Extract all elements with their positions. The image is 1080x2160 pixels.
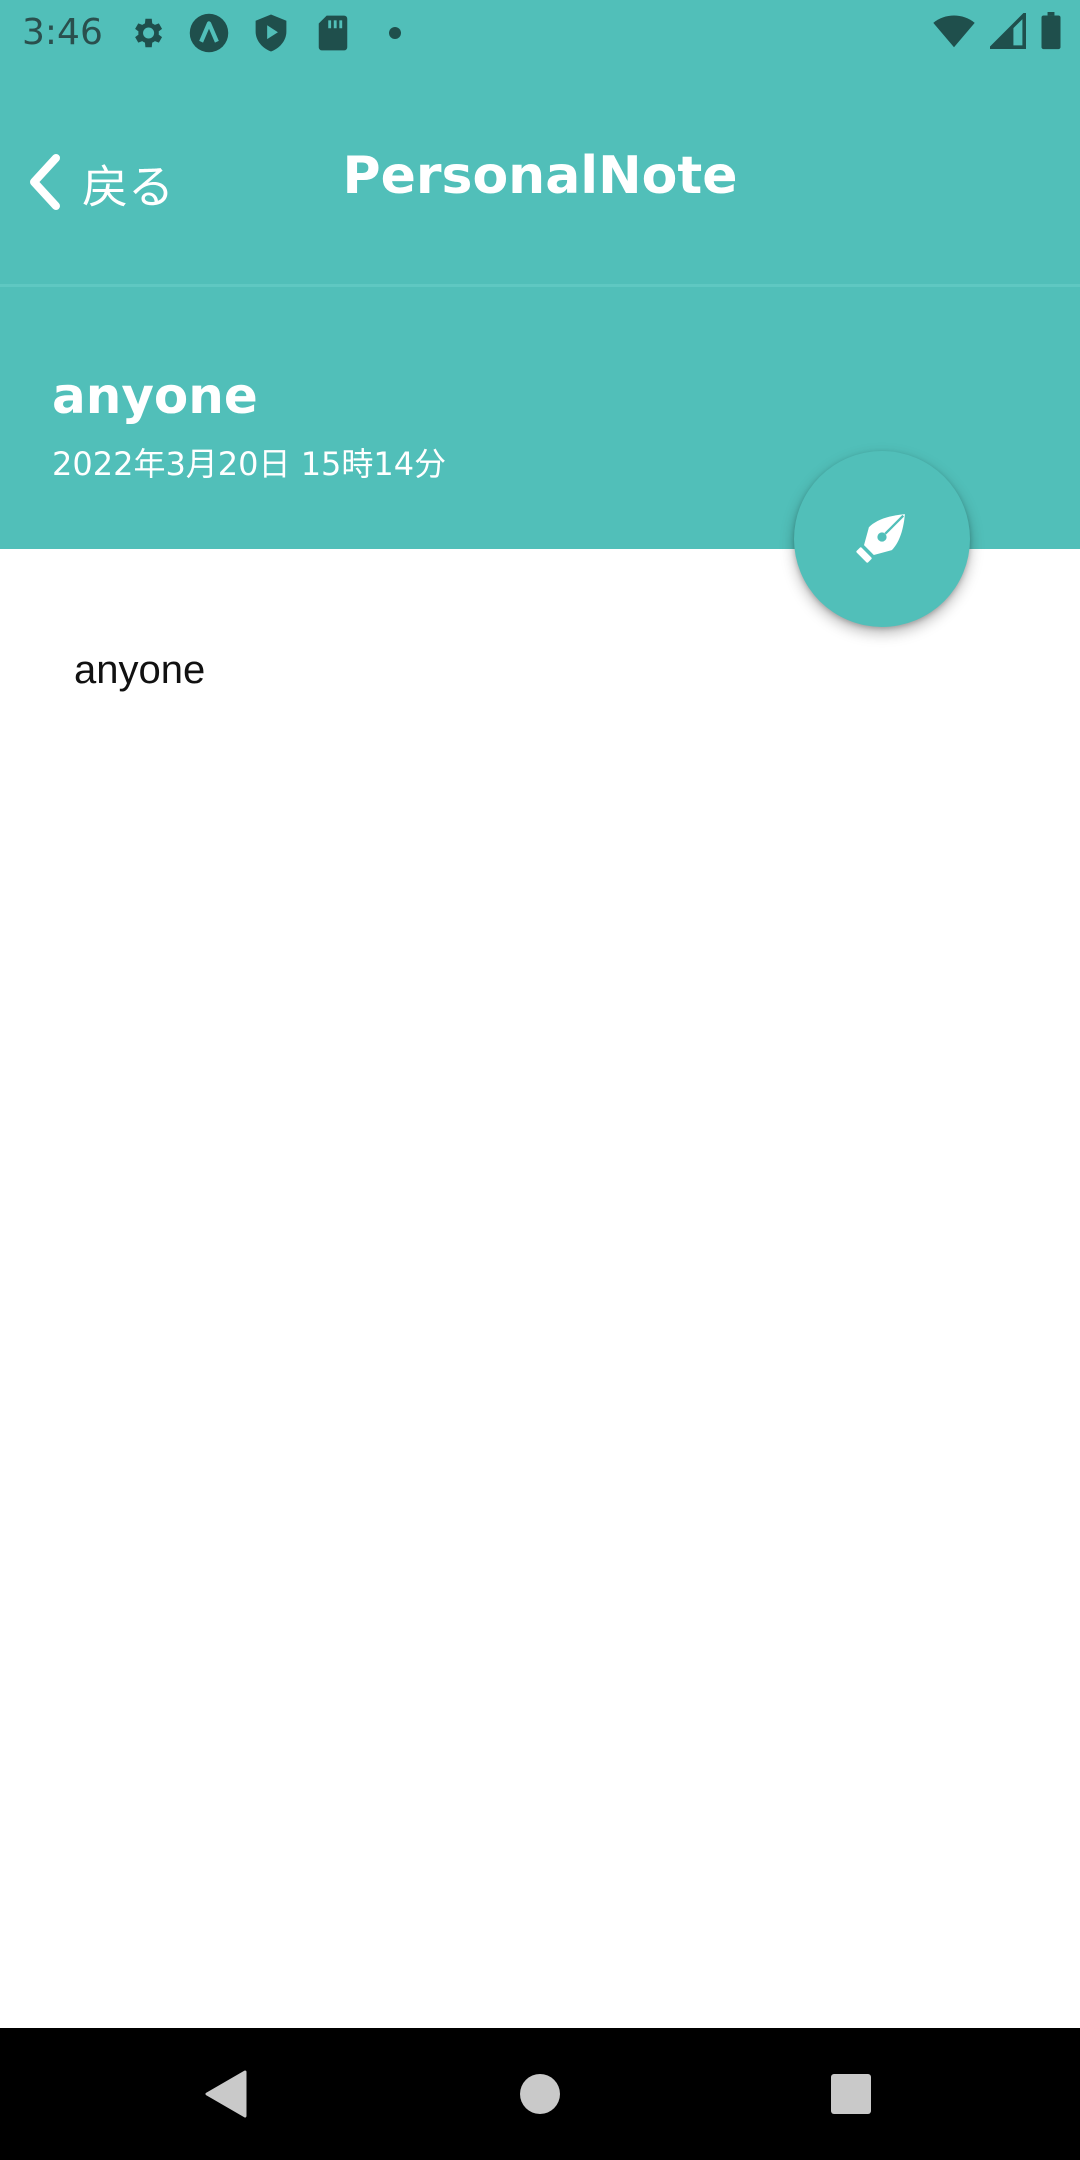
status-icons-left xyxy=(126,12,416,54)
page-title: PersonalNote xyxy=(342,146,738,206)
dot-icon xyxy=(374,12,416,54)
navigation-bar xyxy=(0,2028,1080,2160)
home-circle-icon xyxy=(518,2072,562,2121)
status-time: 3:46 xyxy=(22,12,103,53)
app-a-icon xyxy=(188,12,230,54)
pen-nib-icon xyxy=(845,500,919,579)
wifi-icon xyxy=(932,13,976,54)
status-bar: 3:46 xyxy=(0,0,1080,68)
edit-note-button[interactable] xyxy=(794,451,970,627)
screen: 3:46 戻る PersonalNote anyone 2022年3月20日 1… xyxy=(0,0,1080,2160)
note-date: 2022年3月20日 15時14分 xyxy=(52,445,447,483)
app-bar: 戻る PersonalNote xyxy=(0,68,1080,286)
back-triangle-icon xyxy=(203,2069,249,2124)
sd-card-icon xyxy=(312,12,354,54)
battery-icon xyxy=(1040,12,1062,55)
shield-play-icon xyxy=(250,12,292,54)
note-body: anyone xyxy=(74,648,206,692)
note-title: anyone xyxy=(52,367,258,425)
nav-recents-button[interactable] xyxy=(811,2056,891,2136)
recents-square-icon xyxy=(829,2072,873,2121)
gear-icon xyxy=(126,12,168,54)
nav-home-button[interactable] xyxy=(500,2056,580,2136)
nav-back-button[interactable] xyxy=(186,2056,266,2136)
signal-icon xyxy=(987,10,1026,54)
status-icons-right xyxy=(932,10,1062,55)
